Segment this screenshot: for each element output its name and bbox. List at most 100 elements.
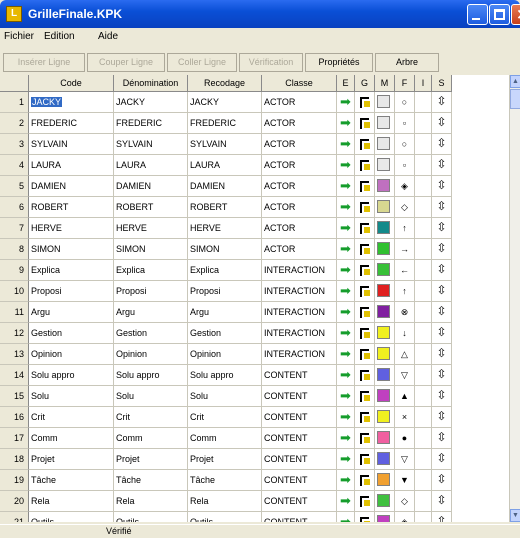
marker-shape-icon[interactable]: ↑ xyxy=(395,281,415,302)
cell-code[interactable]: Proposi xyxy=(29,281,114,302)
cell-code[interactable]: SIMON xyxy=(29,239,114,260)
cell-classe[interactable]: CONTENT xyxy=(262,512,337,522)
cell-code[interactable]: Solu xyxy=(29,386,114,407)
cell-classe[interactable]: CONTENT xyxy=(262,491,337,512)
cell-i[interactable] xyxy=(415,302,432,323)
cell-recodage[interactable]: LAURA xyxy=(188,155,262,176)
marker-color-cell[interactable] xyxy=(375,92,395,113)
cell-denomination[interactable]: JACKY xyxy=(114,92,188,113)
grid-symbol-cell[interactable] xyxy=(355,113,375,134)
cell-recodage[interactable]: Outils xyxy=(188,512,262,522)
cell-i[interactable] xyxy=(415,92,432,113)
cell-i[interactable] xyxy=(415,491,432,512)
table-row[interactable]: 3 SYLVAIN SYLVAIN SYLVAIN ACTOR ➡ ○ ⇳ xyxy=(0,134,480,155)
grid-symbol-cell[interactable] xyxy=(355,218,375,239)
sequence-icon[interactable]: ⇳ xyxy=(432,239,452,260)
grid-symbol-cell[interactable] xyxy=(355,344,375,365)
cell-denomination[interactable]: ROBERT xyxy=(114,197,188,218)
cell-recodage[interactable]: HERVE xyxy=(188,218,262,239)
table-row[interactable]: 20 Rela Rela Rela CONTENT ➡ ◇ ⇳ xyxy=(0,491,480,512)
marker-color-cell[interactable] xyxy=(375,176,395,197)
sequence-icon[interactable]: ⇳ xyxy=(432,113,452,134)
cell-recodage[interactable]: Projet xyxy=(188,449,262,470)
sequence-icon[interactable]: ⇳ xyxy=(432,428,452,449)
grid-symbol-cell[interactable] xyxy=(355,386,375,407)
cell-recodage[interactable]: DAMIEN xyxy=(188,176,262,197)
sequence-icon[interactable]: ⇳ xyxy=(432,512,452,522)
arrow-right-icon[interactable]: ➡ xyxy=(337,302,355,323)
cell-recodage[interactable]: Comm xyxy=(188,428,262,449)
marker-color-cell[interactable] xyxy=(375,260,395,281)
cell-recodage[interactable]: Opinion xyxy=(188,344,262,365)
minimize-button[interactable] xyxy=(467,4,488,25)
menu-edition[interactable]: Edition xyxy=(44,31,75,42)
grid-symbol-cell[interactable] xyxy=(355,260,375,281)
cell-classe[interactable]: ACTOR xyxy=(262,218,337,239)
cell-code[interactable]: Comm xyxy=(29,428,114,449)
cell-recodage[interactable]: Gestion xyxy=(188,323,262,344)
cell-recodage[interactable]: FREDERIC xyxy=(188,113,262,134)
arrow-right-icon[interactable]: ➡ xyxy=(337,512,355,522)
cell-code[interactable]: Solu appro xyxy=(29,365,114,386)
arrow-right-icon[interactable]: ➡ xyxy=(337,428,355,449)
arrow-right-icon[interactable]: ➡ xyxy=(337,218,355,239)
grid-symbol-cell[interactable] xyxy=(355,176,375,197)
verification-button[interactable]: Vérification xyxy=(239,53,303,72)
marker-shape-icon[interactable]: ▲ xyxy=(395,386,415,407)
marker-color-cell[interactable] xyxy=(375,344,395,365)
marker-color-cell[interactable] xyxy=(375,239,395,260)
cell-code[interactable]: FREDERIC xyxy=(29,113,114,134)
sequence-icon[interactable]: ⇳ xyxy=(432,470,452,491)
cell-classe[interactable]: ACTOR xyxy=(262,197,337,218)
cell-classe[interactable]: ACTOR xyxy=(262,92,337,113)
marker-color-cell[interactable] xyxy=(375,197,395,218)
marker-color-cell[interactable] xyxy=(375,470,395,491)
title-bar[interactable]: L GrilleFinale.KPK × xyxy=(0,0,520,28)
cell-denomination[interactable]: Tâche xyxy=(114,470,188,491)
grid-symbol-cell[interactable] xyxy=(355,491,375,512)
arrow-right-icon[interactable]: ➡ xyxy=(337,92,355,113)
cell-code[interactable]: Crit xyxy=(29,407,114,428)
table-row[interactable]: 15 Solu Solu Solu CONTENT ➡ ▲ ⇳ xyxy=(0,386,480,407)
grid-symbol-cell[interactable] xyxy=(355,512,375,522)
cell-code[interactable]: Gestion xyxy=(29,323,114,344)
table-row[interactable]: 11 Argu Argu Argu INTERACTION ➡ ⊗ ⇳ xyxy=(0,302,480,323)
grid-symbol-cell[interactable] xyxy=(355,407,375,428)
header-code[interactable]: Code xyxy=(29,75,114,92)
marker-shape-icon[interactable]: ↓ xyxy=(395,323,415,344)
marker-shape-icon[interactable]: ↑ xyxy=(395,218,415,239)
header-classe[interactable]: Classe xyxy=(262,75,337,92)
cell-code[interactable]: JACKY xyxy=(29,92,114,113)
cell-denomination[interactable]: DAMIEN xyxy=(114,176,188,197)
cell-recodage[interactable]: Solu xyxy=(188,386,262,407)
cell-classe[interactable]: INTERACTION xyxy=(262,344,337,365)
arrow-right-icon[interactable]: ➡ xyxy=(337,197,355,218)
marker-shape-icon[interactable]: → xyxy=(395,239,415,260)
table-row[interactable]: 4 LAURA LAURA LAURA ACTOR ➡ ▫ ⇳ xyxy=(0,155,480,176)
cell-recodage[interactable]: Tâche xyxy=(188,470,262,491)
cell-denomination[interactable]: SYLVAIN xyxy=(114,134,188,155)
cell-i[interactable] xyxy=(415,512,432,522)
sequence-icon[interactable]: ⇳ xyxy=(432,176,452,197)
cell-classe[interactable]: CONTENT xyxy=(262,470,337,491)
arrow-right-icon[interactable]: ➡ xyxy=(337,407,355,428)
grid-symbol-cell[interactable] xyxy=(355,428,375,449)
menu-aide[interactable]: Aide xyxy=(98,31,118,42)
cell-classe[interactable]: CONTENT xyxy=(262,365,337,386)
cell-denomination[interactable]: Solu xyxy=(114,386,188,407)
grid-symbol-cell[interactable] xyxy=(355,134,375,155)
header-denomination[interactable]: Dénomination xyxy=(114,75,188,92)
marker-color-cell[interactable] xyxy=(375,218,395,239)
cell-recodage[interactable]: Rela xyxy=(188,491,262,512)
arrow-right-icon[interactable]: ➡ xyxy=(337,344,355,365)
maximize-button[interactable] xyxy=(489,4,510,25)
cell-i[interactable] xyxy=(415,239,432,260)
marker-color-cell[interactable] xyxy=(375,323,395,344)
cell-recodage[interactable]: Crit xyxy=(188,407,262,428)
header-g[interactable]: G xyxy=(355,75,375,92)
cell-code[interactable]: HERVE xyxy=(29,218,114,239)
sequence-icon[interactable]: ⇳ xyxy=(432,323,452,344)
cell-i[interactable] xyxy=(415,323,432,344)
cell-i[interactable] xyxy=(415,386,432,407)
marker-shape-icon[interactable]: ◇ xyxy=(395,491,415,512)
